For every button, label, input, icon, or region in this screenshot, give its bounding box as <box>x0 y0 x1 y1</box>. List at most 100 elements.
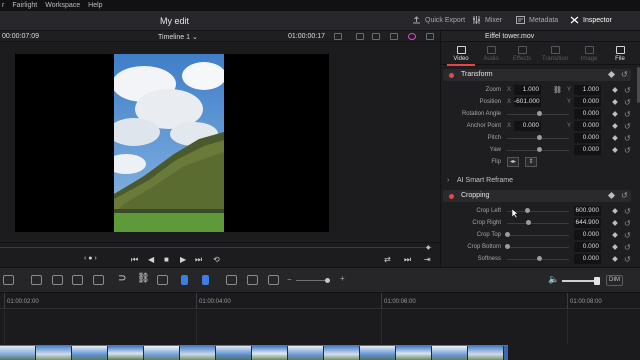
timeline-selector[interactable]: Timeline 1 ⌄ <box>158 33 198 41</box>
reset-icon[interactable]: ↺ <box>624 207 631 216</box>
keyframe-icon[interactable] <box>612 220 618 226</box>
flip-vertical-button[interactable]: ⇕ <box>525 157 537 167</box>
yaw-slider-knob[interactable] <box>537 147 542 152</box>
inspector-button[interactable]: Inspector <box>570 16 612 24</box>
out-point-button[interactable]: ⇥ <box>424 255 431 264</box>
reset-icon[interactable]: ↺ <box>624 231 631 240</box>
zoom-y-field[interactable]: 1.000 <box>574 85 601 95</box>
volume-slider[interactable] <box>562 280 598 282</box>
link-icon[interactable]: ⛓ <box>553 86 562 94</box>
reset-icon[interactable]: ↺ <box>624 122 631 131</box>
tab-transition[interactable]: Transition <box>540 46 570 62</box>
anchor-y-field[interactable]: 0.000 <box>574 121 601 131</box>
smart-reframe-section-header[interactable]: › AI Smart Reframe <box>443 175 631 187</box>
pitch-slider-knob[interactable] <box>537 135 542 140</box>
reverse-play-button[interactable]: ◀ <box>148 255 154 264</box>
crop-top-slider-knob[interactable] <box>505 232 510 237</box>
reset-icon[interactable]: ↺ <box>624 255 631 264</box>
reset-icon[interactable]: ↺ <box>624 146 631 155</box>
keyframe-icon[interactable] <box>612 232 618 238</box>
crop-top-field[interactable]: 0.000 <box>574 230 601 240</box>
fullscreen-icon[interactable] <box>426 33 434 40</box>
reset-icon[interactable]: ↺ <box>624 86 631 95</box>
crop-tool-icon[interactable] <box>390 33 398 40</box>
marker-icon[interactable] <box>202 275 209 285</box>
snapping-icon[interactable]: ⊃ <box>118 273 126 284</box>
go-to-end-button[interactable]: ⏭ <box>195 255 202 265</box>
crop-bottom-slider-knob[interactable] <box>505 244 510 249</box>
zoom-detail-icon[interactable] <box>247 275 258 285</box>
replace-clip-icon[interactable] <box>93 275 104 285</box>
match-frame-button[interactable]: ⇄ <box>384 255 391 264</box>
timeline-ruler[interactable]: 01:00:02:00 01:00:04:00 01:00:06:00 01:0… <box>0 293 640 309</box>
zoom-x-field[interactable]: 1.000 <box>514 85 541 95</box>
tab-effects[interactable]: Effects <box>507 46 537 62</box>
keyframe-icon[interactable] <box>612 244 618 250</box>
stop-button[interactable]: ■ <box>164 255 169 264</box>
reset-icon[interactable]: ↺ <box>621 191 628 200</box>
zoom-in-icon[interactable]: + <box>340 274 345 283</box>
cropping-section-header[interactable]: Cropping ↺ <box>443 190 631 202</box>
flag-icon[interactable] <box>181 275 188 285</box>
timeline-zoom-knob[interactable] <box>325 278 330 283</box>
trim-tool-icon[interactable] <box>31 275 42 285</box>
scrubber-bar[interactable] <box>0 247 432 248</box>
crop-bottom-slider[interactable] <box>507 247 569 248</box>
viewer[interactable] <box>0 42 440 242</box>
zoom-out-icon[interactable]: − <box>287 275 292 284</box>
crop-top-slider[interactable] <box>507 235 569 236</box>
reset-icon[interactable]: ↺ <box>624 98 631 107</box>
menu-item-fairlight[interactable]: Fairlight <box>12 2 37 9</box>
keyframe-icon[interactable] <box>612 99 618 105</box>
mixer-button[interactable]: Mixer <box>472 16 502 24</box>
pitch-field[interactable]: 0.000 <box>574 133 601 143</box>
keyframe-icon[interactable] <box>612 147 618 153</box>
tab-video[interactable]: Video <box>446 46 476 62</box>
quick-export-button[interactable]: Quick Export <box>412 16 465 24</box>
keyframe-icon[interactable] <box>612 123 618 129</box>
keyframe-icon[interactable] <box>607 191 616 200</box>
zoom-custom-icon[interactable] <box>268 275 279 285</box>
crop-left-field[interactable]: 600.900 <box>574 206 601 216</box>
volume-knob[interactable] <box>594 277 600 285</box>
reset-icon[interactable]: ↺ <box>621 70 628 79</box>
yaw-field[interactable]: 0.000 <box>574 145 601 155</box>
reset-icon[interactable]: ↺ <box>624 134 631 143</box>
tab-file[interactable]: File <box>605 46 635 62</box>
viewer-options-icon[interactable] <box>334 33 342 40</box>
selection-tool-icon[interactable] <box>3 275 14 285</box>
softness-field[interactable]: 0.000 <box>574 254 601 264</box>
crop-bottom-field[interactable]: 0.000 <box>574 242 601 252</box>
metadata-button[interactable]: Metadata <box>516 16 558 24</box>
position-lock-icon[interactable] <box>157 275 168 285</box>
softness-slider-knob[interactable] <box>537 256 542 261</box>
zoom-full-icon[interactable] <box>226 275 237 285</box>
insert-clip-icon[interactable] <box>52 275 63 285</box>
video-clip[interactable] <box>0 345 508 360</box>
anchor-x-field[interactable]: 0.000 <box>514 121 541 131</box>
crop-right-slider-knob[interactable] <box>526 220 531 225</box>
keyframe-icon[interactable] <box>612 208 618 214</box>
cropping-enable-toggle[interactable] <box>449 194 454 199</box>
overwrite-clip-icon[interactable] <box>72 275 83 285</box>
linked-selection-icon[interactable]: ⛓ <box>137 273 150 284</box>
keyframe-icon[interactable] <box>607 70 616 79</box>
crop-left-slider-knob[interactable] <box>525 208 530 213</box>
crop-right-slider[interactable] <box>507 223 569 224</box>
color-icon[interactable] <box>408 33 416 40</box>
timeline[interactable]: 01:00:02:00 01:00:04:00 01:00:06:00 01:0… <box>0 293 640 360</box>
crop-right-field[interactable]: 644.900 <box>574 218 601 228</box>
play-button[interactable]: ▶ <box>180 255 186 264</box>
speaker-icon[interactable]: 🔈 <box>548 274 559 285</box>
tab-audio[interactable]: Audio <box>476 46 506 62</box>
menu-item-r[interactable]: r <box>2 2 4 9</box>
transform-tool-icon[interactable] <box>372 33 380 40</box>
transform-enable-toggle[interactable] <box>449 73 454 78</box>
reset-icon[interactable]: ↺ <box>624 110 631 119</box>
keyframe-icon[interactable] <box>612 135 618 141</box>
position-y-field[interactable]: 0.000 <box>574 97 601 107</box>
menu-item-help[interactable]: Help <box>88 2 102 9</box>
end-marker-button[interactable]: ⏭ <box>404 255 411 265</box>
go-to-start-button[interactable]: ⏮ <box>131 255 138 265</box>
rotation-field[interactable]: 0.000 <box>574 109 601 119</box>
